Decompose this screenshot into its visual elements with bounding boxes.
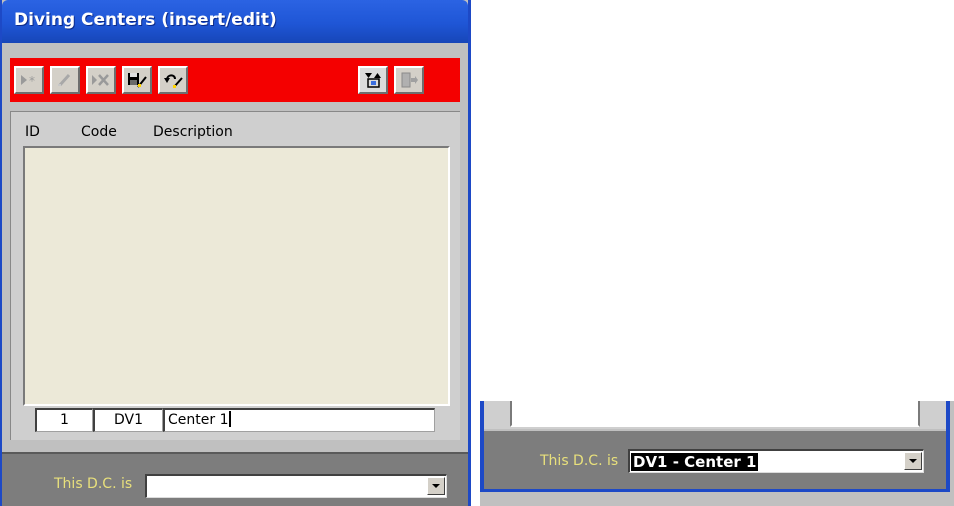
chevron-down-icon <box>909 459 917 463</box>
zoomed-records-list <box>510 401 920 427</box>
zoomed-view: This D.C. is DV1 - Center 1 <box>480 401 954 506</box>
title-bar[interactable]: Diving Centers (insert/edit) <box>2 0 468 43</box>
edit-row-id: 1 <box>60 412 69 428</box>
window-bottom-border <box>484 489 946 492</box>
svg-text:*: * <box>29 74 35 87</box>
delete-record-icon <box>91 72 111 88</box>
save-button[interactable] <box>122 66 152 94</box>
column-header-description: Description <box>153 124 233 140</box>
exit-door-icon <box>399 71 419 89</box>
edit-row-id-field[interactable]: 1 <box>35 408 93 432</box>
edit-pencil-icon <box>56 72 74 88</box>
zoomed-dc-label: This D.C. is <box>540 453 619 469</box>
edit-row-code-field[interactable]: DV1 <box>93 408 163 432</box>
toggle-view-icon <box>362 71 384 89</box>
edit-record-button[interactable] <box>50 66 80 94</box>
records-list[interactable] <box>23 146 450 406</box>
edit-row-description: Center 1 <box>168 412 229 428</box>
text-caret <box>229 411 232 427</box>
window-title: Diving Centers (insert/edit) <box>14 10 277 30</box>
undo-icon <box>162 71 184 89</box>
new-record-icon: * <box>19 73 39 87</box>
toolbar-area: * <box>2 43 468 111</box>
zoomed-records-panel <box>484 401 946 429</box>
toggle-view-button[interactable] <box>358 66 388 94</box>
dc-combobox[interactable] <box>145 474 447 498</box>
undo-button[interactable] <box>158 66 188 94</box>
new-record-button[interactable]: * <box>14 66 44 94</box>
zoomed-dc-dropdown-button[interactable] <box>904 452 922 470</box>
zoomed-dc-selected-value: DV1 - Center 1 <box>631 453 759 471</box>
column-header-id: ID <box>25 124 40 140</box>
save-icon <box>126 71 148 89</box>
records-panel: ID Code Description 1 DV1 Center 1 <box>10 111 460 440</box>
zoomed-dc-panel: This D.C. is DV1 - Center 1 <box>484 431 946 491</box>
exit-button[interactable] <box>394 66 424 94</box>
window-right-border <box>946 401 950 492</box>
dc-dropdown-button[interactable] <box>427 477 445 495</box>
edit-row-description-field[interactable]: Center 1 <box>163 408 435 432</box>
zoomed-dc-combobox[interactable]: DV1 - Center 1 <box>628 449 924 473</box>
dc-panel: This D.C. is <box>2 452 468 506</box>
record-toolbar: * <box>10 58 460 102</box>
delete-record-button[interactable] <box>86 66 116 94</box>
edit-row-code: DV1 <box>113 412 144 428</box>
diving-centers-window: Diving Centers (insert/edit) * ID Code D… <box>0 0 471 506</box>
dc-label: This D.C. is <box>54 476 133 492</box>
chevron-down-icon <box>432 484 440 488</box>
column-header-code: Code <box>81 124 117 140</box>
